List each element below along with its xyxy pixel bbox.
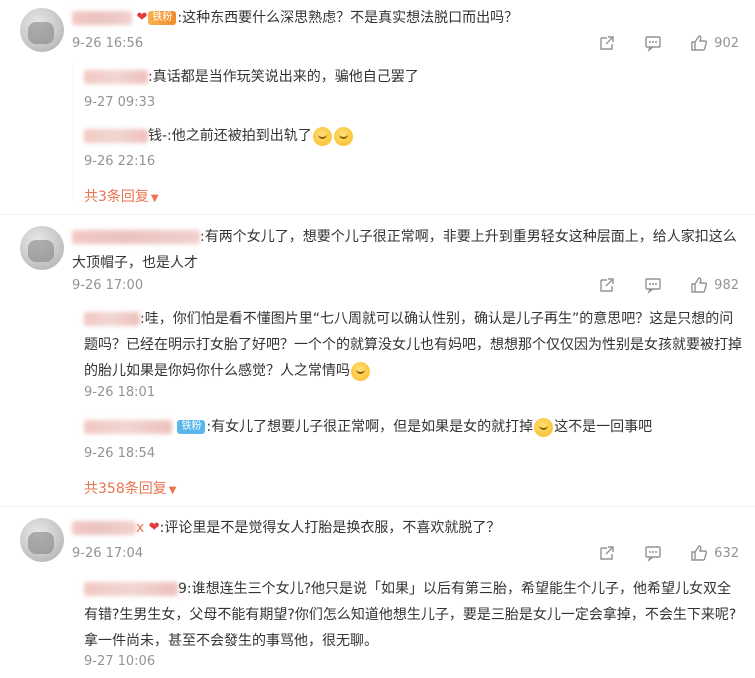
- reply-time: 9-27 10:06: [84, 654, 156, 669]
- reply-username[interactable]: [84, 420, 172, 434]
- avatar[interactable]: [20, 518, 64, 562]
- heart-icon: ❤: [148, 520, 160, 535]
- reply-content: :哇，你们怕是看不懂图片里“七八周就可以确认性别，确认是儿子再生”的意思吧？这是…: [84, 311, 742, 379]
- thumbs-up-icon: [691, 277, 708, 293]
- reply-text: :真话都是当作玩笑说出来的，骗他自己罢了: [84, 64, 744, 90]
- smirk-emoji: [312, 126, 332, 146]
- comment-text: :有两个女儿了，想要个儿子很正常啊，非要上升到重男轻女这种层面上，给人家扣这么大…: [72, 224, 742, 276]
- username[interactable]: [72, 11, 132, 25]
- comment-text: x ❤:评论里是不是觉得女人打胎是换衣服，不喜欢就脱了？: [72, 515, 742, 541]
- fan-badge: 铁粉: [177, 420, 206, 434]
- like-count: 982: [714, 277, 739, 293]
- reply-time: 9-26 18:01: [84, 385, 156, 400]
- comment-actions: 902: [598, 34, 739, 52]
- fan-badge: 铁粉: [148, 11, 177, 25]
- reply-thread-line: [72, 62, 74, 202]
- reply-username[interactable]: [84, 70, 148, 84]
- comment-icon[interactable]: [644, 544, 662, 562]
- heart-icon: ❤: [136, 10, 148, 25]
- reply-content: 钱-:他之前还被拍到出轨了: [148, 128, 312, 144]
- comment-content: :这种东西要什么深思熟虑？不是真实想法脱口而出吗？: [177, 10, 519, 26]
- reply-text: 铁粉:有女儿了想要儿子很正常啊，但是如果是女的就打掉 这不是一回事吧: [84, 414, 744, 440]
- shocked-emoji: [351, 361, 370, 381]
- username[interactable]: [72, 230, 200, 244]
- reply-content-tail: 这不是一回事吧: [554, 419, 653, 435]
- reply-time: 9-26 18:54: [84, 446, 156, 461]
- reply-username[interactable]: [84, 312, 140, 326]
- reply-username[interactable]: [84, 582, 178, 596]
- thumbs-up-icon: [691, 545, 708, 561]
- comment-time: 9-26 17:00: [72, 278, 144, 293]
- reply-username[interactable]: [84, 129, 148, 143]
- reply-text: :哇，你们怕是看不懂图片里“七八周就可以确认性别，确认是儿子再生”的意思吧？这是…: [84, 306, 744, 384]
- like-button[interactable]: 982: [690, 276, 739, 294]
- reply-content: :有女儿了想要儿子很正常啊，但是如果是女的就打掉: [206, 419, 534, 435]
- comment-icon[interactable]: [644, 276, 662, 294]
- comment-actions: 982: [598, 276, 739, 294]
- reply-content: 9:谁想连生三个女儿?他只是说「如果」以后有第三胎，希望能生个儿子，他希望儿女双…: [84, 581, 737, 649]
- more-replies-label: 共358条回复: [84, 481, 167, 497]
- like-count: 902: [714, 35, 739, 51]
- share-icon[interactable]: [598, 276, 616, 294]
- comment-divider: [0, 214, 755, 215]
- reply-text: 钱-:他之前还被拍到出轨了: [84, 123, 744, 149]
- more-replies-link[interactable]: 共3条回复 ▼: [84, 186, 159, 206]
- comment-text: ❤ 铁粉:这种东西要什么深思熟虑？不是真实想法脱口而出吗？: [72, 5, 742, 31]
- caret-down-icon: ▼: [168, 485, 177, 496]
- sweat-emoji: [534, 417, 554, 437]
- reply-text: 9:谁想连生三个女儿?他只是说「如果」以后有第三胎，希望能生个儿子，他希望儿女双…: [84, 576, 744, 654]
- like-count: 632: [714, 545, 739, 561]
- avatar[interactable]: [20, 8, 64, 52]
- share-icon[interactable]: [598, 34, 616, 52]
- reply-content: :真话都是当作玩笑说出来的，骗他自己罢了: [148, 69, 419, 85]
- comment-icon[interactable]: [644, 34, 662, 52]
- like-button[interactable]: 632: [690, 544, 739, 562]
- username[interactable]: [72, 521, 136, 535]
- avatar[interactable]: [20, 226, 64, 270]
- caret-down-icon: ▼: [150, 193, 159, 204]
- share-icon[interactable]: [598, 544, 616, 562]
- comment-actions: 632: [598, 544, 739, 562]
- reply-time: 9-26 22:16: [84, 154, 156, 169]
- comment-content: :评论里是不是觉得女人打胎是换衣服，不喜欢就脱了？: [159, 520, 501, 536]
- more-replies-label: 共3条回复: [84, 189, 149, 205]
- comment-divider: [0, 506, 755, 507]
- comment-time: 9-26 16:56: [72, 36, 144, 51]
- comment-time: 9-26 17:04: [72, 546, 144, 561]
- thumbs-up-icon: [691, 35, 708, 51]
- more-replies-link[interactable]: 共358条回复 ▼: [84, 478, 176, 498]
- reply-time: 9-27 09:33: [84, 95, 156, 110]
- smirk-emoji: [333, 126, 353, 146]
- like-button[interactable]: 902: [690, 34, 739, 52]
- username-suffix: x: [136, 520, 145, 536]
